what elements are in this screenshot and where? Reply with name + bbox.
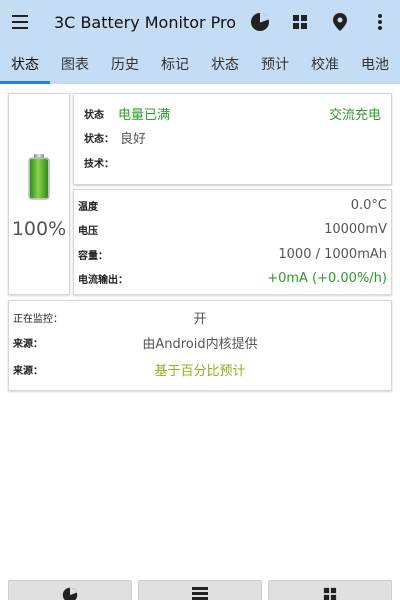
pie-chart-icon[interactable] bbox=[240, 0, 280, 44]
tab-battery[interactable]: 电池 bbox=[350, 44, 400, 84]
battery-card[interactable]: 100% bbox=[8, 93, 70, 295]
grid-icon bbox=[323, 587, 337, 600]
battery-icon bbox=[28, 154, 50, 200]
pie-chart-icon bbox=[62, 587, 78, 600]
app-title: 3C Battery Monitor Pro bbox=[54, 12, 237, 32]
voltage-value: 10000mV bbox=[324, 221, 387, 237]
menu-icon[interactable] bbox=[0, 0, 40, 44]
capacity-value: 1000 / 1000mAh bbox=[278, 246, 387, 262]
battery-percent: 100% bbox=[11, 218, 67, 240]
bottom-grid-button[interactable] bbox=[268, 580, 392, 600]
metrics-card: 温度 0.0°C 电压 10000mV 容量： 1000 / 1000mAh 电… bbox=[73, 189, 392, 295]
bottom-toolbar bbox=[0, 580, 400, 600]
bottom-pie-chart-button[interactable] bbox=[8, 580, 132, 600]
source-estimate-value: 基于百分比预计 bbox=[154, 363, 246, 379]
temperature-label: 温度 bbox=[78, 201, 98, 213]
tab-estimate[interactable]: 预计 bbox=[250, 44, 300, 84]
current-value: +0mA (+0.00%/h) bbox=[267, 270, 387, 286]
list-icon bbox=[192, 587, 208, 600]
grid-icon[interactable] bbox=[280, 0, 320, 44]
voltage-label: 电压 bbox=[78, 225, 98, 237]
monitoring-value[interactable]: 开 bbox=[9, 308, 391, 327]
tab-history[interactable]: 历史 bbox=[100, 44, 150, 84]
source-kernel-value: 由Android内核提供 bbox=[142, 336, 258, 352]
power-source-value: 交流充电 bbox=[328, 107, 381, 123]
status-label: 状态 bbox=[84, 109, 104, 121]
health-label: 状态： bbox=[84, 133, 114, 145]
status-card: 状态 电量已满 交流充电 状态： 良好 技术： bbox=[73, 93, 392, 185]
tab-charts[interactable]: 图表 bbox=[50, 44, 100, 84]
app-bar: 3C Battery Monitor Pro bbox=[0, 0, 400, 44]
tab-status-2[interactable]: 状态 bbox=[200, 44, 250, 84]
temperature-value: 0.0°C bbox=[350, 197, 387, 213]
monitor-card: 正在监控： 开 来源： 由Android内核提供 来源： 基于百分比预计 bbox=[8, 300, 392, 391]
health-value: 良好 bbox=[120, 131, 147, 147]
charge-state-value: 电量已满 bbox=[118, 107, 171, 123]
tab-bar: 状态 图表 历史 标记 状态 预计 校准 电池 bbox=[0, 44, 400, 84]
more-vertical-icon[interactable] bbox=[360, 0, 400, 44]
tab-markers[interactable]: 标记 bbox=[150, 44, 200, 84]
tab-status[interactable]: 状态 bbox=[0, 44, 50, 84]
bottom-list-button[interactable] bbox=[138, 580, 262, 600]
capacity-label: 容量： bbox=[78, 250, 108, 262]
current-label: 电流输出： bbox=[78, 274, 128, 286]
tab-calibrate[interactable]: 校准 bbox=[300, 44, 350, 84]
location-pin-icon[interactable] bbox=[320, 0, 360, 44]
technology-label: 技术： bbox=[84, 158, 114, 170]
